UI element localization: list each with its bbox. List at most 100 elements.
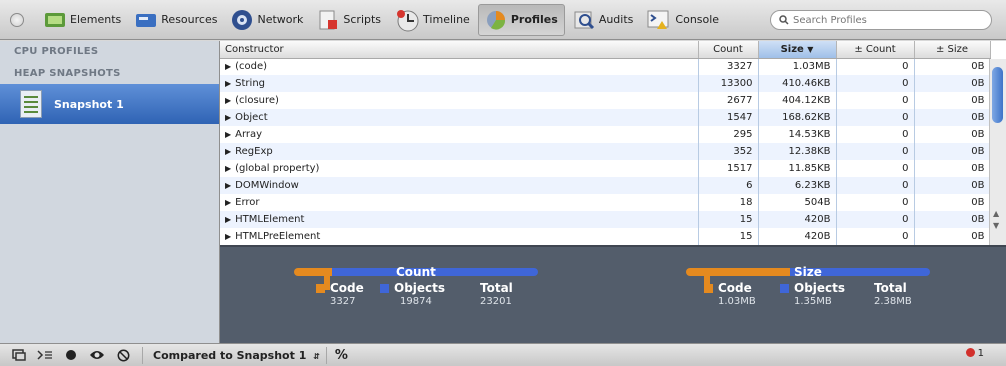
count-cell: 2677	[698, 92, 759, 109]
size-cell: 12.38KB	[758, 143, 837, 160]
size-code-label: Code	[718, 281, 752, 295]
constructor-cell-text: Object	[235, 112, 268, 123]
delta-count-cell-text: 0	[902, 112, 909, 123]
size-cell-text: 504B	[804, 197, 831, 208]
table-row[interactable]: ▶ DOMWindow 6 6.23KB 0 0B	[220, 177, 991, 194]
console-toggle-button[interactable]	[32, 349, 58, 361]
profiles-icon	[486, 10, 505, 30]
constructor-cell-text: (code)	[235, 61, 268, 73]
compare-select[interactable]: Compared to Snapshot 1 ⇵	[153, 349, 320, 362]
delta-count-cell: 0	[836, 75, 915, 92]
panel-console-button[interactable]: Console	[641, 4, 725, 36]
column-header-count[interactable]: Count	[698, 41, 759, 59]
panel-scripts-button[interactable]: Scripts	[311, 4, 387, 36]
table-row[interactable]: ▶ (code) 3327 1.03MB 0 0B	[220, 58, 991, 75]
panel-audits-button[interactable]: Audits	[567, 4, 640, 36]
expand-triangle-icon[interactable]: ▶	[225, 62, 231, 71]
delta-count-cell: 0	[836, 126, 915, 143]
expand-triangle-icon[interactable]: ▶	[225, 198, 231, 207]
table-row[interactable]: ▶ Array 295 14.53KB 0 0B	[220, 126, 991, 143]
clear-profiles-button[interactable]	[110, 349, 136, 362]
panel-timeline-button[interactable]: Timeline	[389, 4, 476, 36]
panel-elements-button[interactable]: Elements	[38, 4, 127, 36]
error-count: 1	[977, 348, 984, 359]
eye-icon	[90, 351, 104, 359]
delta-size-cell-text: 0B	[971, 61, 985, 73]
undock-button[interactable]	[6, 349, 32, 361]
size-code-bar	[686, 268, 790, 276]
size-cell: 404.12KB	[758, 92, 837, 109]
table-row[interactable]: ▶ HTMLElement 15 420B 0 0B	[220, 211, 991, 228]
expand-triangle-icon[interactable]: ▶	[225, 79, 231, 88]
size-cell: 14.53KB	[758, 126, 837, 143]
snapshot-icon	[20, 90, 42, 118]
count-cell: 15	[698, 228, 759, 245]
count-cell: 13300	[698, 75, 759, 92]
search-box[interactable]	[770, 10, 992, 30]
table-row[interactable]: ▶ Object 1547 168.62KB 0 0B	[220, 109, 991, 126]
table-row[interactable]: ▶ HTMLPreElement 15 420B 0 0B	[220, 228, 991, 245]
table-row[interactable]: ▶ (global property) 1517 11.85KB 0 0B	[220, 160, 991, 177]
count-total-label: Total	[480, 281, 513, 295]
delta-size-cell-text: 0B	[971, 180, 985, 191]
record-icon	[66, 350, 76, 360]
timeline-icon	[397, 9, 419, 31]
column-header-constructor[interactable]: Constructor	[220, 41, 699, 59]
panel-resources-button[interactable]: Resources	[129, 4, 223, 36]
vertical-scrollbar[interactable]: ▲ ▼	[989, 59, 1006, 245]
panel-network-button[interactable]: Network	[225, 4, 309, 36]
status-separator	[325, 346, 327, 364]
error-count-badge[interactable]: 1	[965, 348, 984, 359]
delta-size-cell: 0B	[914, 194, 991, 211]
scroll-up-arrow-icon[interactable]: ▲	[993, 209, 999, 218]
delta-size-cell-text: 0B	[971, 112, 985, 123]
delta-count-cell: 0	[836, 228, 915, 245]
expand-triangle-icon[interactable]: ▶	[225, 130, 231, 139]
table-row[interactable]: ▶ String 13300 410.46KB 0 0B	[220, 75, 991, 92]
sidebar-item-snapshot-1[interactable]: Snapshot 1	[0, 84, 219, 124]
delta-size-cell: 0B	[914, 58, 991, 75]
constructor-cell: ▶ (global property)	[220, 160, 699, 177]
count-cell-text: 6	[746, 180, 753, 191]
record-button[interactable]	[58, 349, 84, 361]
size-cell: 504B	[758, 194, 837, 211]
scrollbar-thumb[interactable]	[992, 67, 1003, 123]
expand-triangle-icon[interactable]: ▶	[225, 232, 231, 241]
search-input[interactable]	[793, 14, 983, 26]
table-row[interactable]: ▶ Error 18 504B 0 0B	[220, 194, 991, 211]
resources-icon	[136, 13, 157, 27]
column-header-delta-size[interactable]: ± Size	[914, 41, 991, 59]
percent-toggle-button[interactable]: %	[335, 348, 348, 363]
column-header-delta-count[interactable]: ± Count	[836, 41, 915, 59]
panel-network-label: Network	[257, 13, 304, 26]
delta-count-cell: 0	[836, 58, 915, 75]
size-cell: 11.85KB	[758, 160, 837, 177]
size-cell: 168.62KB	[758, 109, 837, 126]
size-code-value: 1.03MB	[718, 296, 756, 307]
size-cell: 1.03MB	[758, 58, 837, 75]
count-cell-text: 3327	[727, 61, 753, 73]
count-cell-text: 13300	[720, 78, 753, 89]
expand-triangle-icon[interactable]: ▶	[225, 215, 231, 224]
expand-triangle-icon[interactable]: ▶	[225, 164, 231, 173]
constructor-cell: ▶ DOMWindow	[220, 177, 699, 194]
count-total-value: 23201	[480, 296, 512, 307]
heap-table: Constructor Count Size ▼ ± Count ± Size …	[220, 41, 1006, 245]
expand-triangle-icon[interactable]: ▶	[225, 113, 231, 122]
size-cell-text: 420B	[804, 231, 831, 242]
expand-triangle-icon[interactable]: ▶	[225, 96, 231, 105]
size-cell: 420B	[758, 228, 837, 245]
take-snapshot-button[interactable]	[84, 349, 110, 361]
panel-profiles-button[interactable]: Profiles	[477, 3, 565, 36]
cpu-profiles-heading: CPU PROFILES	[14, 46, 99, 57]
dock-toggle-button[interactable]	[10, 12, 24, 27]
scroll-down-arrow-icon[interactable]: ▼	[993, 221, 999, 230]
column-header-size[interactable]: Size ▼	[758, 41, 837, 59]
delta-size-cell: 0B	[914, 160, 991, 177]
count-cell: 18	[698, 194, 759, 211]
table-row[interactable]: ▶ (closure) 2677 404.12KB 0 0B	[220, 92, 991, 109]
expand-triangle-icon[interactable]: ▶	[225, 181, 231, 190]
constructor-cell-text: (closure)	[235, 95, 279, 106]
expand-triangle-icon[interactable]: ▶	[225, 147, 231, 156]
table-row[interactable]: ▶ RegExp 352 12.38KB 0 0B	[220, 143, 991, 160]
